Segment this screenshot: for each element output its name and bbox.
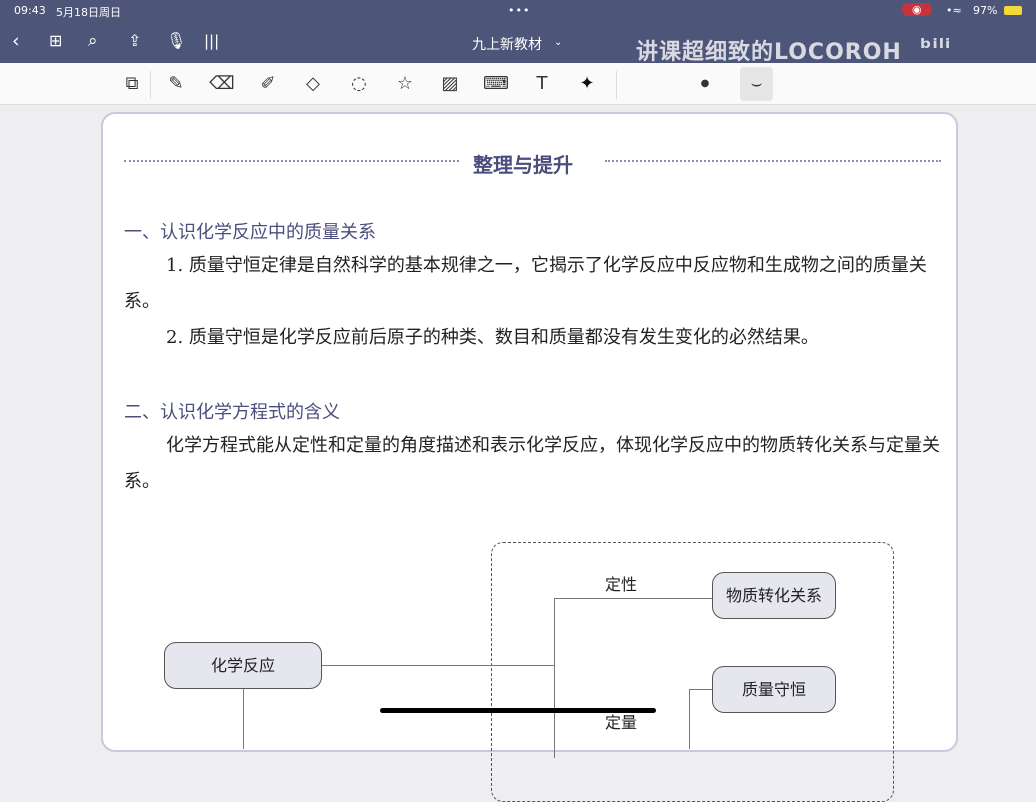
chevron-down-icon[interactable]: ⌄: [554, 37, 562, 48]
drawing-toolbar: ⧉ ✎ ⌫ ✐ ◇ ◌ ☆ ▨ ⌨ T ✦ ● ⌣: [0, 63, 1036, 105]
back-icon[interactable]: ‹: [12, 30, 20, 52]
paragraph-1: 1. 质量守恒定律是自然科学的基本规律之一，它揭示了化学反应中反应物和生成物之间…: [124, 255, 927, 312]
divider: [150, 71, 151, 99]
stroke-style-icon[interactable]: ⌣: [740, 67, 773, 101]
divider: [616, 71, 617, 99]
connector: [689, 689, 712, 690]
top-bar: 09:43 5月18日周日 ••• ◉ •≈ 97% ‹ ⊞ ⌕ ⇪ 🎙 |||…: [0, 0, 1036, 65]
paragraph-3: 化学方程式能从定性和定量的角度描述和表示化学反应，体现化学反应中的物质转化关系与…: [124, 435, 940, 492]
connector: [689, 689, 690, 749]
wifi-icon: •≈: [946, 4, 962, 17]
audio-wave-icon[interactable]: |||: [204, 30, 219, 52]
status-time: 09:43: [14, 4, 46, 17]
watermark-text: 讲课超细致的LOCOROH: [636, 40, 902, 65]
search-icon[interactable]: ⌕: [88, 30, 98, 52]
bilibili-logo: ᵇⁱˡⁱ: [920, 34, 952, 62]
laser-pointer-icon[interactable]: ✦: [574, 71, 600, 97]
heading-2: 二、认识化学方程式的含义: [124, 402, 340, 423]
battery-percent: 97%: [973, 4, 998, 17]
pen-icon[interactable]: ✎: [163, 71, 189, 97]
heading-1: 一、认识化学反应中的质量关系: [124, 222, 376, 243]
diagram-root-box: 化学反应: [164, 642, 322, 689]
highlighter-icon[interactable]: ✐: [255, 71, 281, 97]
image-icon[interactable]: ▨: [437, 71, 463, 97]
sticker-icon[interactable]: ☆: [392, 71, 418, 97]
paragraph-2: 2. 质量守恒是化学反应前后原子的种类、数目和质量都没有发生变化的必然结果。: [166, 327, 819, 348]
grid-icon[interactable]: ⊞: [49, 30, 62, 52]
lasso-zoom-icon[interactable]: ⧉: [119, 71, 145, 97]
connector: [554, 598, 555, 758]
connector: [554, 598, 712, 599]
document-page: 整理与提升 一、认识化学反应中的质量关系 1. 质量守恒定律是自然科学的基本规律…: [101, 112, 958, 802]
connector: [322, 665, 554, 666]
section-title: 整理与提升: [473, 153, 573, 177]
battery-icon: [1004, 6, 1022, 15]
connector: [243, 689, 244, 749]
dot-size-icon[interactable]: ●: [692, 71, 718, 97]
microphone-icon[interactable]: 🎙: [166, 30, 186, 52]
diagram-box-transformation: 物质转化关系: [712, 572, 836, 619]
shapes-icon[interactable]: ◇: [300, 71, 326, 97]
eraser-icon[interactable]: ⌫: [209, 71, 235, 97]
home-indicator[interactable]: [380, 708, 656, 713]
dotted-divider: [124, 160, 459, 162]
keyboard-icon[interactable]: ⌨: [483, 71, 509, 97]
dotted-divider: [605, 160, 941, 162]
qualitative-label: 定性: [605, 575, 638, 594]
recording-icon[interactable]: ◉: [902, 3, 932, 16]
lasso-icon[interactable]: ◌: [346, 71, 372, 97]
text-icon[interactable]: T: [529, 71, 555, 97]
share-icon[interactable]: ⇪: [128, 30, 141, 52]
multitask-dots-icon[interactable]: •••: [508, 4, 530, 17]
status-date: 5月18日周日: [56, 6, 121, 19]
diagram-box-conservation: 质量守恒: [712, 666, 836, 713]
notebook-title[interactable]: 九上新教材: [472, 34, 542, 54]
